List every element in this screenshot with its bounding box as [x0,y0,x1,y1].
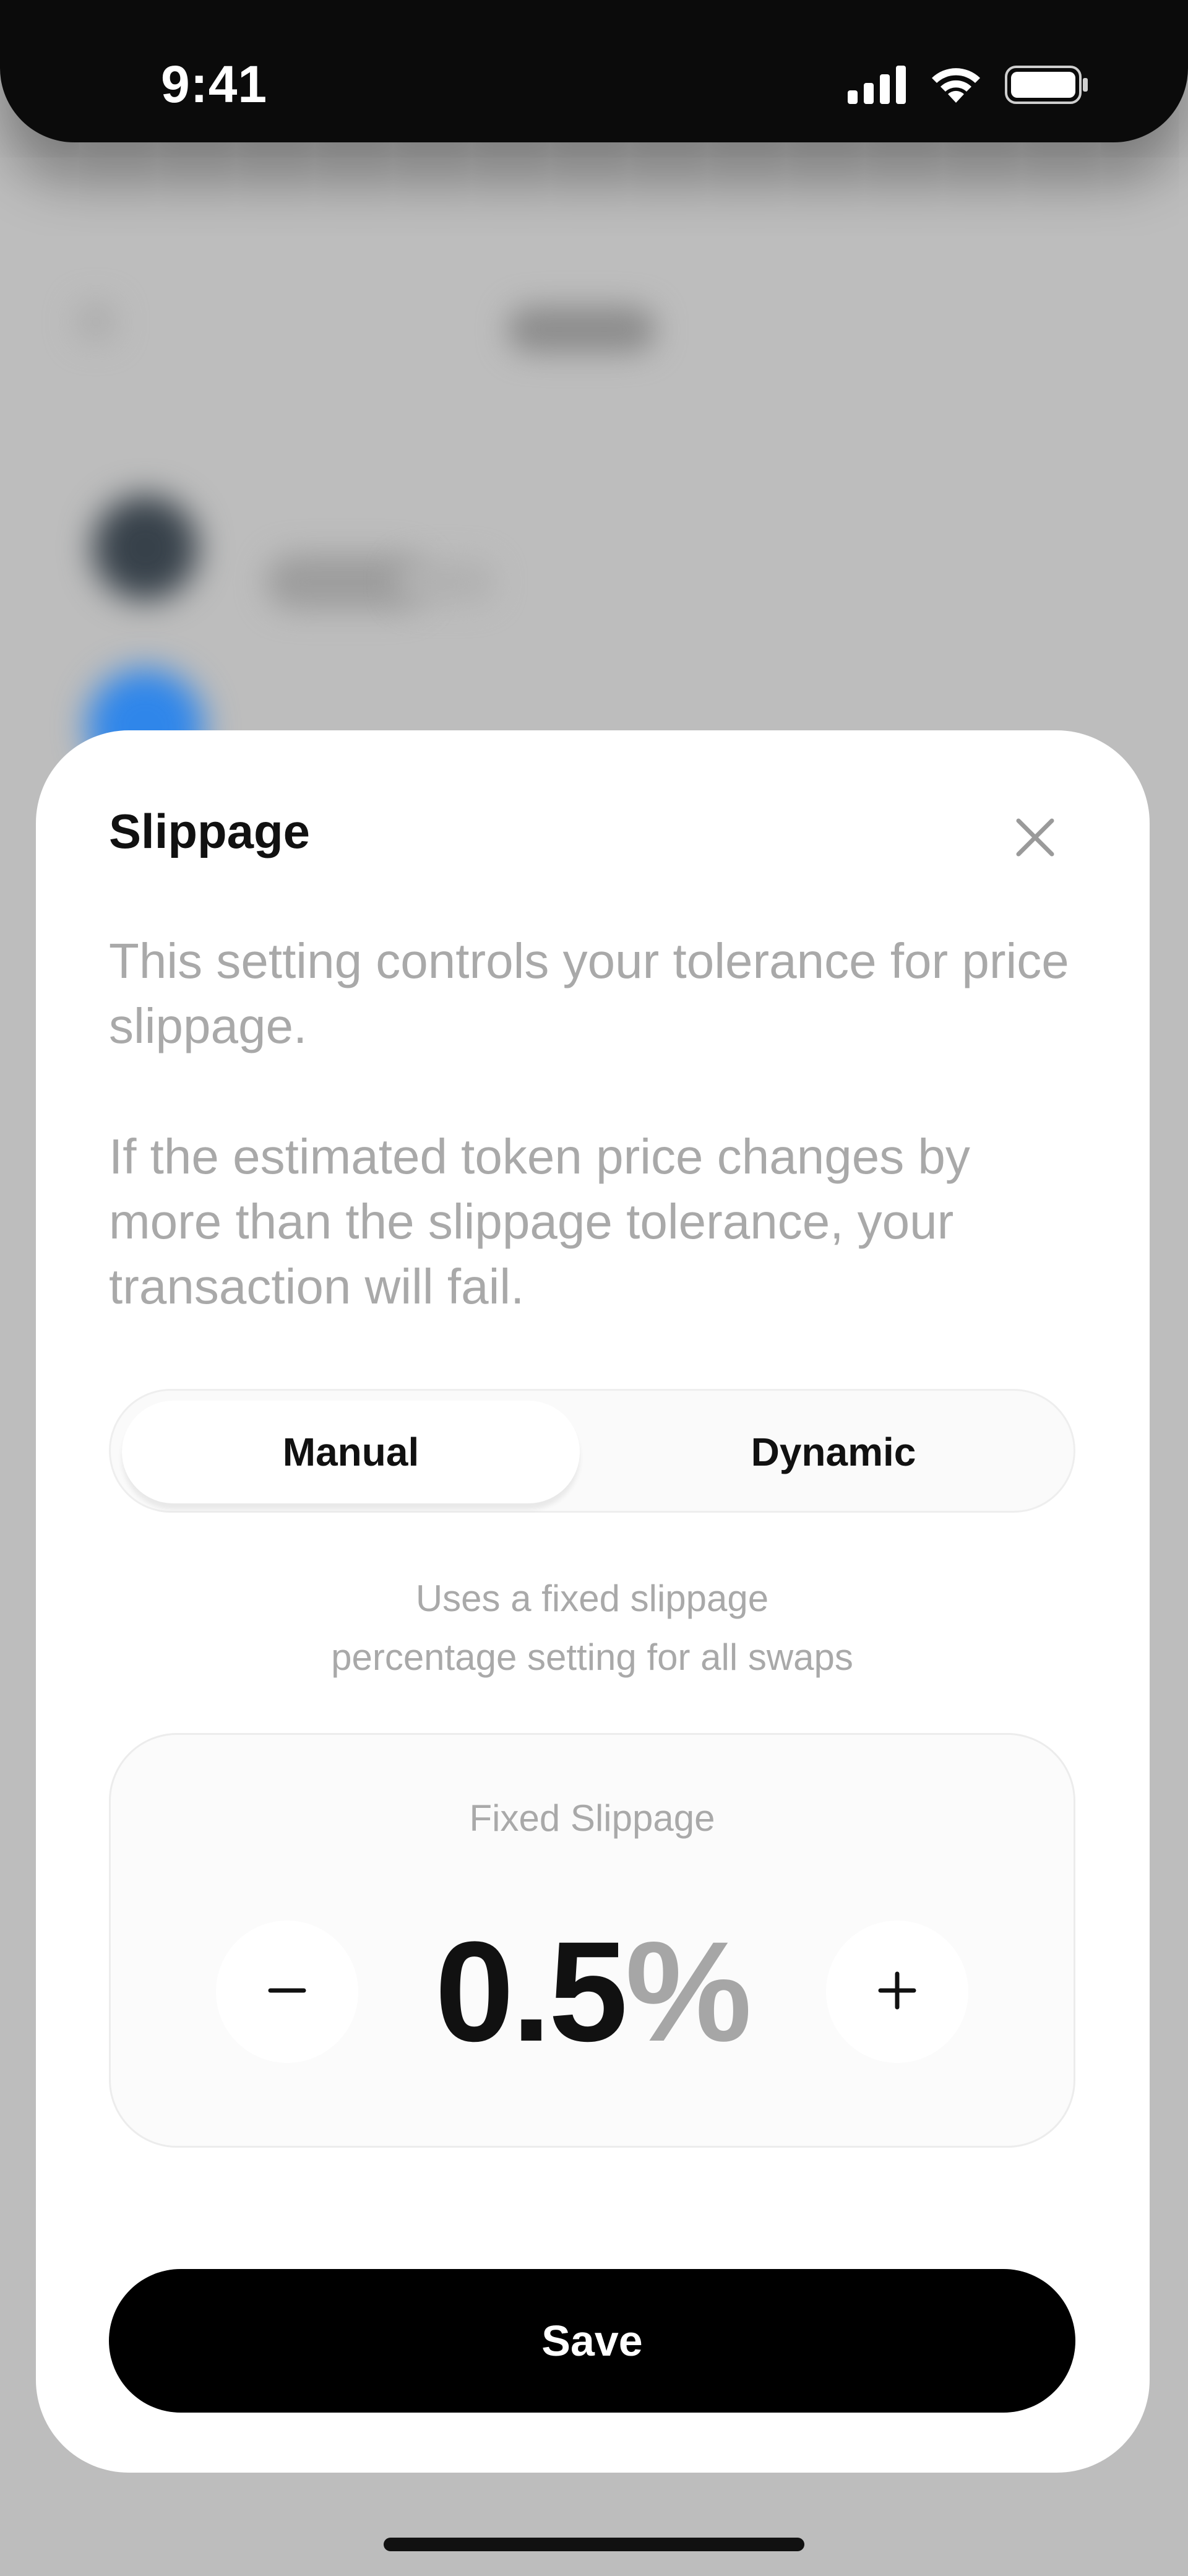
wifi-icon [928,64,984,108]
tab-dynamic[interactable]: Dynamic [605,1401,1062,1503]
bg-pill-mid-2 [396,560,495,603]
fixed-slippage-card: Fixed Slippage 0.5% [109,1733,1075,2148]
home-indicator[interactable] [384,2538,804,2551]
slippage-mode-toggle: Manual Dynamic [109,1389,1075,1513]
save-button[interactable]: Save [109,2269,1075,2413]
close-icon [1014,816,1057,862]
bg-avatar-dark [93,495,198,600]
sheet-title: Slippage [109,804,311,858]
increment-button[interactable] [826,1921,968,2063]
slippage-number: 0.5 [434,1912,628,2071]
plus-icon [876,1969,919,2015]
status-time: 9:41 [161,55,268,113]
mode-hint: Uses a fixed slippage percentage setting… [109,1569,1075,1687]
slippage-unit: % [625,1912,752,2071]
description-paragraph-1: This setting controls your tolerance for… [109,933,1069,1053]
status-bar: 9:41 [0,0,1188,142]
mode-hint-line-1: Uses a fixed slippage [415,1578,769,1619]
description-paragraph-2: If the estimated token price changes by … [109,1129,970,1314]
fixed-slippage-label: Fixed Slippage [469,1797,715,1839]
bg-dot [77,303,114,340]
status-icons [848,64,1089,108]
bg-pill-top [507,306,656,353]
cellular-signal-icon [848,66,907,107]
tab-manual[interactable]: Manual [122,1401,580,1503]
battery-icon [1005,66,1089,107]
slippage-sheet: Slippage This setting controls your tole… [36,730,1150,2473]
screen: 9:41 Slippage This setting controls your… [0,0,1188,2576]
mode-hint-line-2: percentage setting for all swaps [331,1636,853,1678]
close-button[interactable] [1007,811,1063,867]
